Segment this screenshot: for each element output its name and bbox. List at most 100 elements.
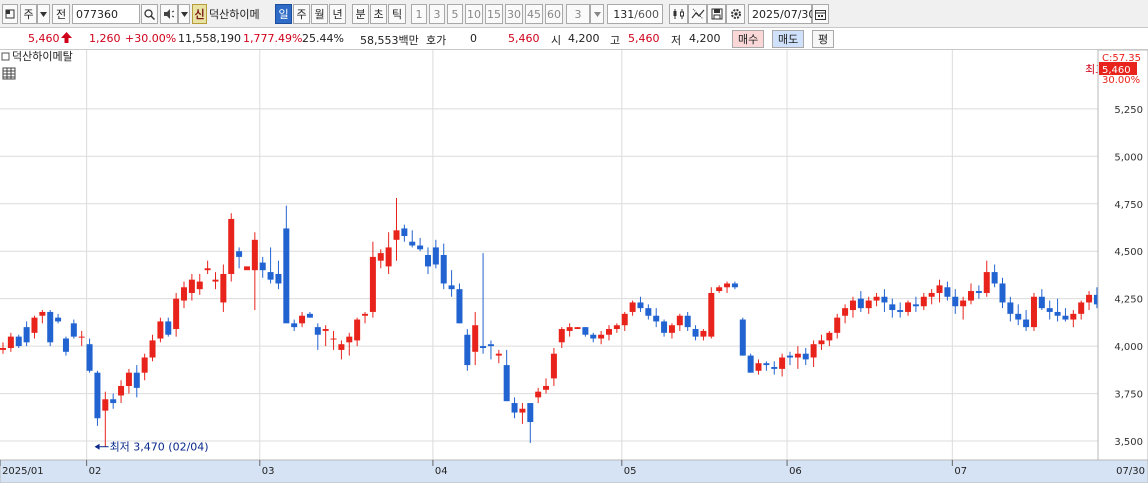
count-input[interactable]: 131/600 <box>607 4 663 24</box>
candle-body <box>487 344 494 347</box>
candle-body <box>15 336 22 347</box>
open-label: 시 <box>551 34 562 47</box>
market-select[interactable]: 주 <box>20 4 37 24</box>
interval-5[interactable]: 5 <box>447 4 463 24</box>
candle-body <box>440 255 447 284</box>
interval-15[interactable]: 15 <box>485 4 503 24</box>
candle-body <box>1046 308 1053 312</box>
candle-body <box>621 313 628 326</box>
candle <box>94 370 101 426</box>
gear-icon[interactable] <box>726 4 745 24</box>
y-tick-label: 4,000 <box>1114 342 1143 353</box>
code-type-button[interactable]: 전 <box>52 4 70 24</box>
period-week[interactable]: 주 <box>293 4 310 24</box>
period-month[interactable]: 월 <box>311 4 328 24</box>
candle-body <box>23 327 30 343</box>
candle-body <box>897 310 904 312</box>
x-tick-label: 2025/01 <box>2 466 44 477</box>
interval-3[interactable]: 3 <box>429 4 445 24</box>
candle-body <box>716 287 723 292</box>
candle-body <box>842 308 849 316</box>
x-tick-label: 06 <box>789 466 802 477</box>
candle-body <box>480 346 487 349</box>
period-minute[interactable]: 분 <box>352 4 369 24</box>
candle-body <box>1015 313 1022 320</box>
calendar-icon[interactable] <box>812 4 829 24</box>
y-tick-label: 3,750 <box>1114 390 1143 401</box>
candle-body <box>905 302 912 312</box>
candle-body <box>936 285 943 293</box>
period-year[interactable]: 년 <box>329 4 346 24</box>
crosshair-icon[interactable] <box>688 4 707 24</box>
candle-body <box>771 366 778 369</box>
candle-body <box>1023 319 1030 328</box>
candle-body <box>283 228 290 324</box>
window-icon[interactable] <box>2 4 18 24</box>
sell-button[interactable]: 매도 <box>772 30 805 48</box>
quote-bar: 5,460 1,260 +30.00% 11,558,190 1,777.49%… <box>0 28 1148 50</box>
y-tick-label: 4,250 <box>1114 295 1143 306</box>
candle-body <box>338 344 345 350</box>
chart-type-icon[interactable] <box>669 4 688 24</box>
table-icon[interactable] <box>2 67 16 80</box>
candle-body <box>983 272 990 293</box>
candle-body <box>668 325 675 333</box>
hoga-price: 5,460 <box>508 32 540 45</box>
search-icon[interactable] <box>141 4 158 24</box>
candle-body <box>763 363 770 366</box>
candle-body <box>794 353 801 358</box>
candle-body <box>653 315 660 322</box>
candle-body <box>495 353 502 356</box>
candle-body <box>873 296 880 301</box>
interval-dropdown-icon[interactable] <box>590 4 604 24</box>
x-tick-label: 03 <box>262 466 275 477</box>
x-tick-label: 04 <box>435 466 448 477</box>
market-dropdown-icon[interactable] <box>37 4 50 24</box>
period-day[interactable]: 일 <box>275 4 292 24</box>
period-second-label: 초 <box>373 8 384 21</box>
candle-body <box>102 399 109 411</box>
chart-area[interactable]: 최고 5,460 (07/30)최저 3,470 (02/04) 3,5003,… <box>0 49 1148 484</box>
y-tick-label: 4,500 <box>1114 247 1143 258</box>
period-tick[interactable]: 틱 <box>388 4 406 24</box>
candle <box>456 283 463 324</box>
candle-body <box>543 385 550 390</box>
interval-custom-input[interactable]: 3 <box>566 4 590 24</box>
candle-body <box>1038 296 1045 309</box>
x-end-label: 07/30 <box>1116 466 1145 477</box>
x-tick-label: 02 <box>89 466 102 477</box>
candle-body <box>928 292 935 297</box>
period-week-label: 주 <box>296 8 307 21</box>
save-icon[interactable] <box>707 4 726 24</box>
interval-60[interactable]: 60 <box>545 4 563 24</box>
candle-body <box>267 272 274 280</box>
candle-body <box>629 302 636 312</box>
candle-body <box>944 287 951 297</box>
candle-body <box>243 266 250 271</box>
buy-button[interactable]: 매수 <box>732 30 765 48</box>
speaker-icon[interactable] <box>160 4 178 24</box>
candle-body <box>330 338 337 340</box>
interval-10[interactable]: 10 <box>465 4 483 24</box>
avg-button[interactable]: 평 <box>812 30 835 48</box>
stock-code-input[interactable]: 077360 <box>72 4 140 24</box>
candle-body <box>968 291 975 301</box>
chart-title: 덕산하이메탈 <box>12 50 73 63</box>
speaker-dropdown-icon[interactable] <box>178 4 190 24</box>
candle-body <box>220 273 227 303</box>
candle-body <box>613 325 620 330</box>
interval-45[interactable]: 45 <box>525 4 543 24</box>
interval-45-label: 45 <box>527 7 541 21</box>
candle <box>574 327 581 330</box>
price-chart[interactable]: 최고 5,460 (07/30)최저 3,470 (02/04) 3,5003,… <box>0 49 1148 484</box>
period-second[interactable]: 초 <box>370 4 387 24</box>
period-month-label: 월 <box>314 8 325 21</box>
legend-checkbox[interactable] <box>1 52 10 61</box>
interval-30[interactable]: 30 <box>505 4 523 24</box>
stock-name-text: 덕산하이메 <box>209 8 260 21</box>
candle-body <box>464 334 471 366</box>
interval-1[interactable]: 1 <box>411 4 427 24</box>
candle-body <box>141 357 148 373</box>
date-input[interactable]: 2025/07/30 <box>748 4 815 24</box>
candle-body <box>70 323 77 337</box>
